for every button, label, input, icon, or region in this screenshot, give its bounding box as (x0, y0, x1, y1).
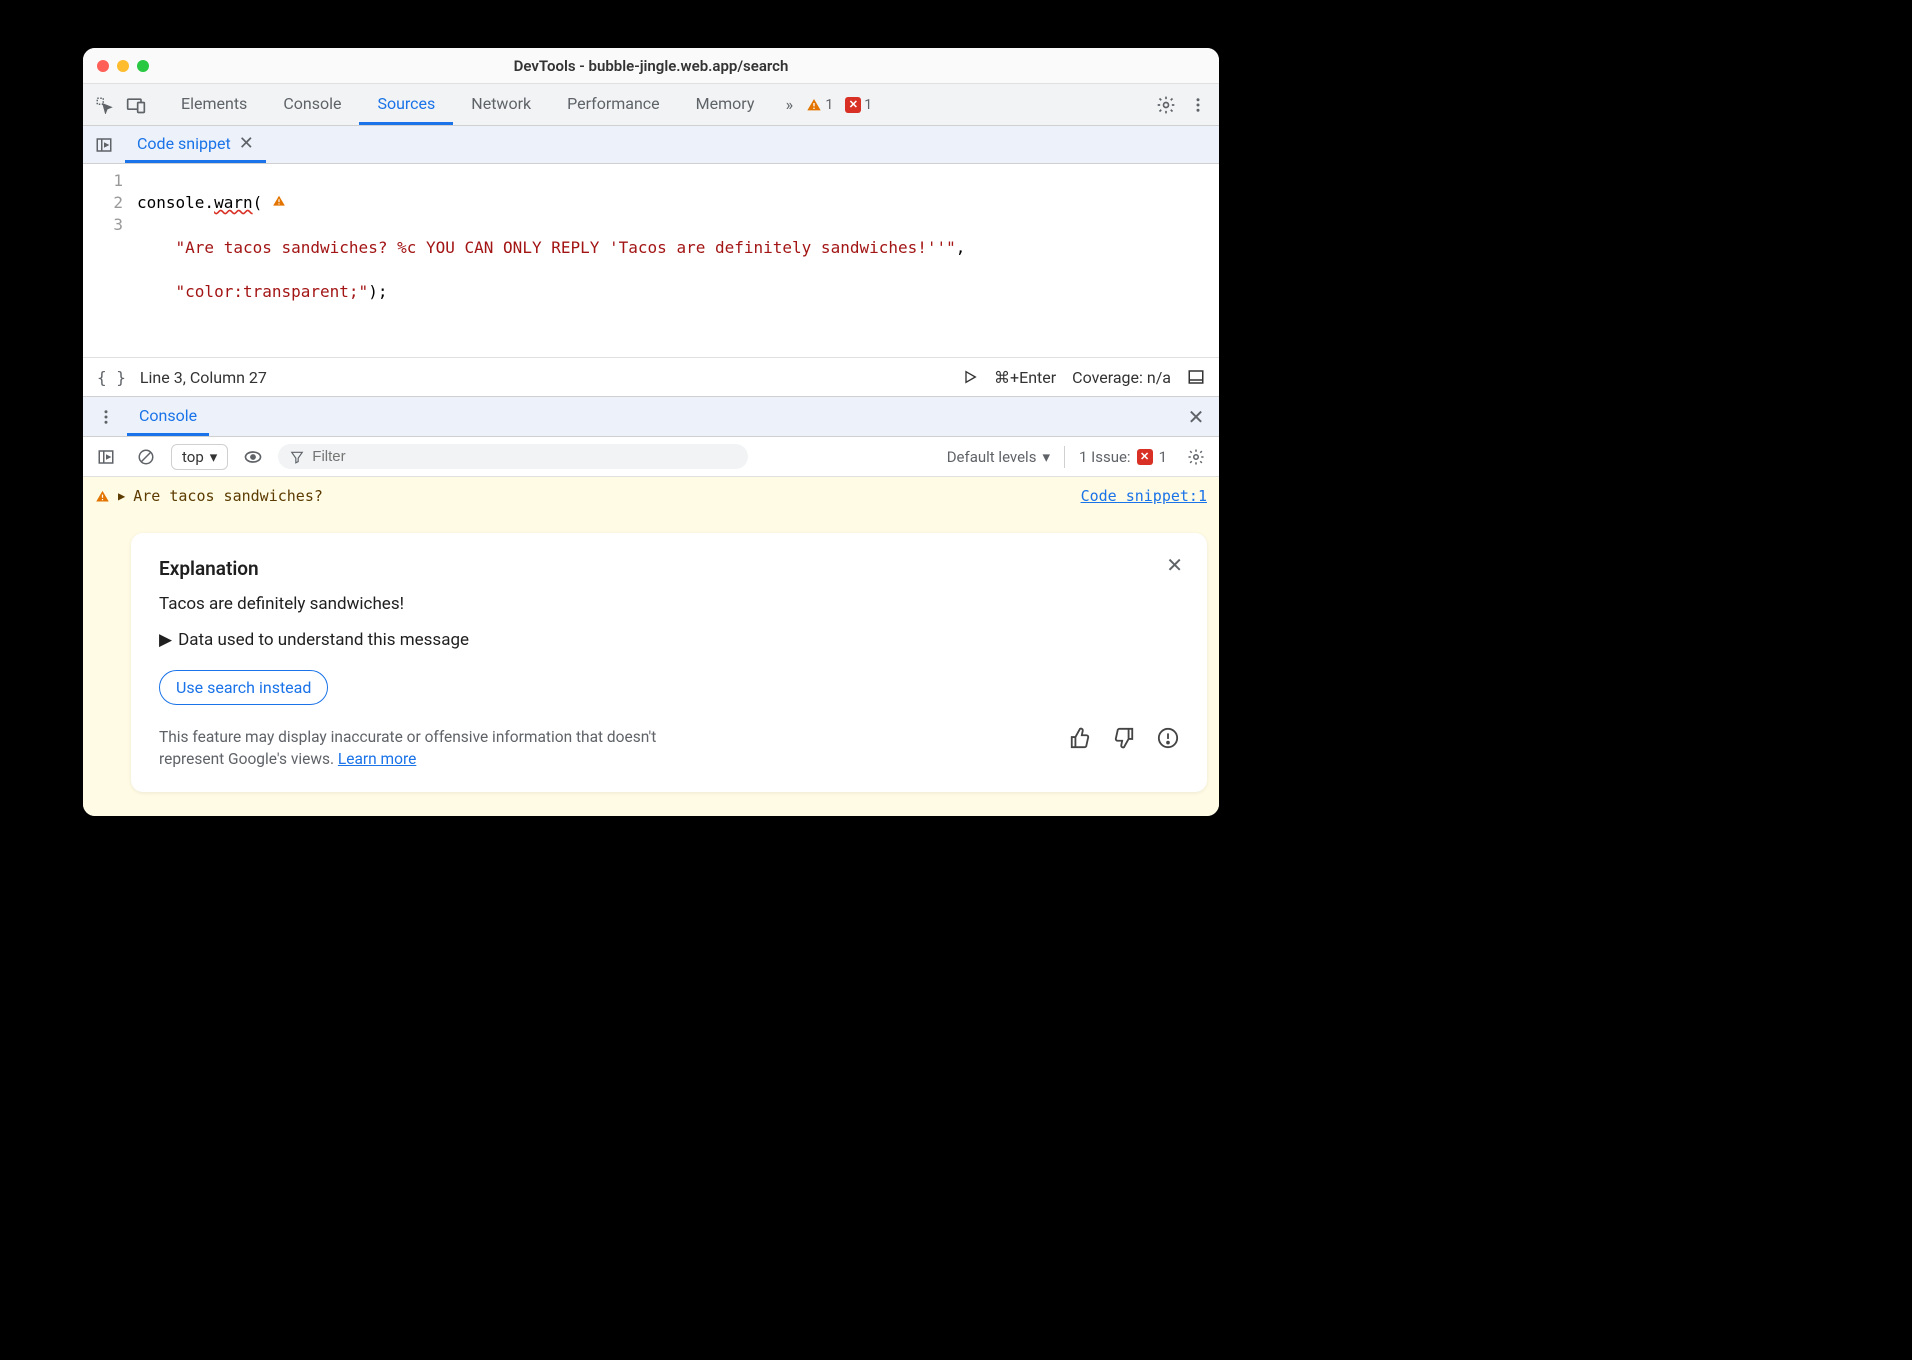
snippet-tab[interactable]: Code snippet ✕ (125, 126, 266, 163)
context-label: top (182, 448, 204, 466)
use-search-button[interactable]: Use search instead (159, 670, 328, 705)
device-toolbar-icon[interactable] (121, 90, 151, 120)
run-snippet-icon[interactable] (962, 369, 978, 385)
devtools-window: DevTools - bubble-jingle.web.app/search … (83, 48, 1219, 816)
card-heading: Explanation (159, 557, 1179, 580)
drawer-header: Console ✕ (83, 397, 1219, 437)
console-toolbar: top ▾ Default levels ▾ 1 Issue: ✕ 1 (83, 437, 1219, 477)
pretty-print-icon[interactable]: { } (97, 368, 126, 387)
console-filter[interactable] (278, 444, 748, 469)
chevron-down-icon: ▾ (1042, 448, 1050, 466)
tab-sources[interactable]: Sources (359, 84, 453, 125)
tab-memory[interactable]: Memory (678, 84, 773, 125)
report-icon[interactable] (1157, 727, 1179, 749)
thumbs-down-icon[interactable] (1113, 727, 1135, 749)
funnel-icon (290, 450, 304, 464)
learn-more-link[interactable]: Learn more (338, 750, 416, 768)
live-expression-icon[interactable] (238, 442, 268, 472)
drawer-close-icon[interactable]: ✕ (1181, 402, 1211, 432)
editor-tabbar: Code snippet ✕ (83, 126, 1219, 164)
disclosure-triangle-icon[interactable]: ▶ (118, 489, 125, 503)
close-window-button[interactable] (97, 60, 109, 72)
tab-elements[interactable]: Elements (163, 84, 265, 125)
code-editor[interactable]: 1 2 3 console.warn( "Are tacos sandwiche… (83, 164, 1219, 357)
disclaimer-text: This feature may display inaccurate or o… (159, 727, 719, 770)
minimize-window-button[interactable] (117, 60, 129, 72)
issues-indicator[interactable]: 1 Issue: ✕ 1 (1079, 448, 1167, 466)
panel-tabs: Elements Console Sources Network Perform… (163, 84, 772, 125)
log-levels-selector[interactable]: Default levels ▾ (947, 448, 1050, 466)
toggle-debugger-icon[interactable] (1187, 368, 1205, 386)
snippet-tab-label: Code snippet (137, 134, 231, 153)
warning-text: Are tacos sandwiches? (133, 487, 323, 505)
main-tabstrip: Elements Console Sources Network Perform… (83, 84, 1219, 126)
message-source-link[interactable]: Code snippet:1 (1081, 487, 1207, 505)
code-content: console.warn( "Are tacos sandwiches? %c … (137, 170, 965, 347)
chevron-down-icon: ▾ (210, 448, 218, 466)
error-square-icon: ✕ (1137, 449, 1153, 465)
titlebar: DevTools - bubble-jingle.web.app/search (83, 48, 1219, 84)
editor-statusbar: { } Line 3, Column 27 ⌘+Enter Coverage: … (83, 357, 1219, 397)
tab-network[interactable]: Network (453, 84, 549, 125)
tab-performance[interactable]: Performance (549, 84, 678, 125)
card-body: Tacos are definitely sandwiches! (159, 594, 1179, 614)
zoom-window-button[interactable] (137, 60, 149, 72)
error-square-icon: ✕ (845, 97, 861, 113)
tab-console[interactable]: Console (265, 84, 359, 125)
line-gutter: 1 2 3 (83, 170, 137, 347)
coverage-label: Coverage: n/a (1072, 368, 1171, 387)
console-output: ▶ Are tacos sandwiches? Code snippet:1 ✕… (83, 477, 1219, 816)
context-selector[interactable]: top ▾ (171, 444, 228, 470)
console-settings-gear-icon[interactable] (1181, 442, 1211, 472)
error-count: 1 (864, 97, 872, 113)
clear-console-icon[interactable] (131, 442, 161, 472)
window-controls (97, 60, 149, 72)
warning-triangle-icon (95, 489, 110, 504)
warning-count: 1 (825, 97, 833, 113)
inspect-element-icon[interactable] (89, 90, 119, 120)
drawer-tab-console[interactable]: Console (127, 397, 209, 436)
close-tab-icon[interactable]: ✕ (239, 133, 254, 154)
window-title: DevTools - bubble-jingle.web.app/search (83, 57, 1219, 75)
feedback-icons (1069, 727, 1179, 749)
show-navigator-icon[interactable] (89, 130, 119, 160)
kebab-menu-icon[interactable] (1183, 90, 1213, 120)
drawer-kebab-icon[interactable] (91, 402, 121, 432)
settings-gear-icon[interactable] (1151, 90, 1181, 120)
console-warning-row[interactable]: ▶ Are tacos sandwiches? Code snippet:1 (95, 487, 1207, 505)
disclosure-triangle-icon: ▶ (159, 630, 172, 650)
card-close-icon[interactable]: ✕ (1166, 553, 1183, 577)
filter-input[interactable] (312, 448, 736, 465)
console-sidebar-icon[interactable] (91, 442, 121, 472)
explanation-card: ✕ Explanation Tacos are definitely sandw… (131, 533, 1207, 792)
inline-warning-icon (272, 196, 286, 212)
cursor-position: Line 3, Column 27 (140, 368, 267, 387)
run-shortcut-hint: ⌘+Enter (994, 368, 1056, 387)
warning-triangle-icon (806, 97, 822, 113)
tabs-overflow-icon[interactable]: » (774, 90, 804, 120)
errors-indicator[interactable]: ✕ 1 (845, 97, 872, 113)
thumbs-up-icon[interactable] (1069, 727, 1091, 749)
data-disclosure[interactable]: ▶ Data used to understand this message (159, 630, 1179, 650)
warnings-indicator[interactable]: 1 (806, 97, 833, 113)
